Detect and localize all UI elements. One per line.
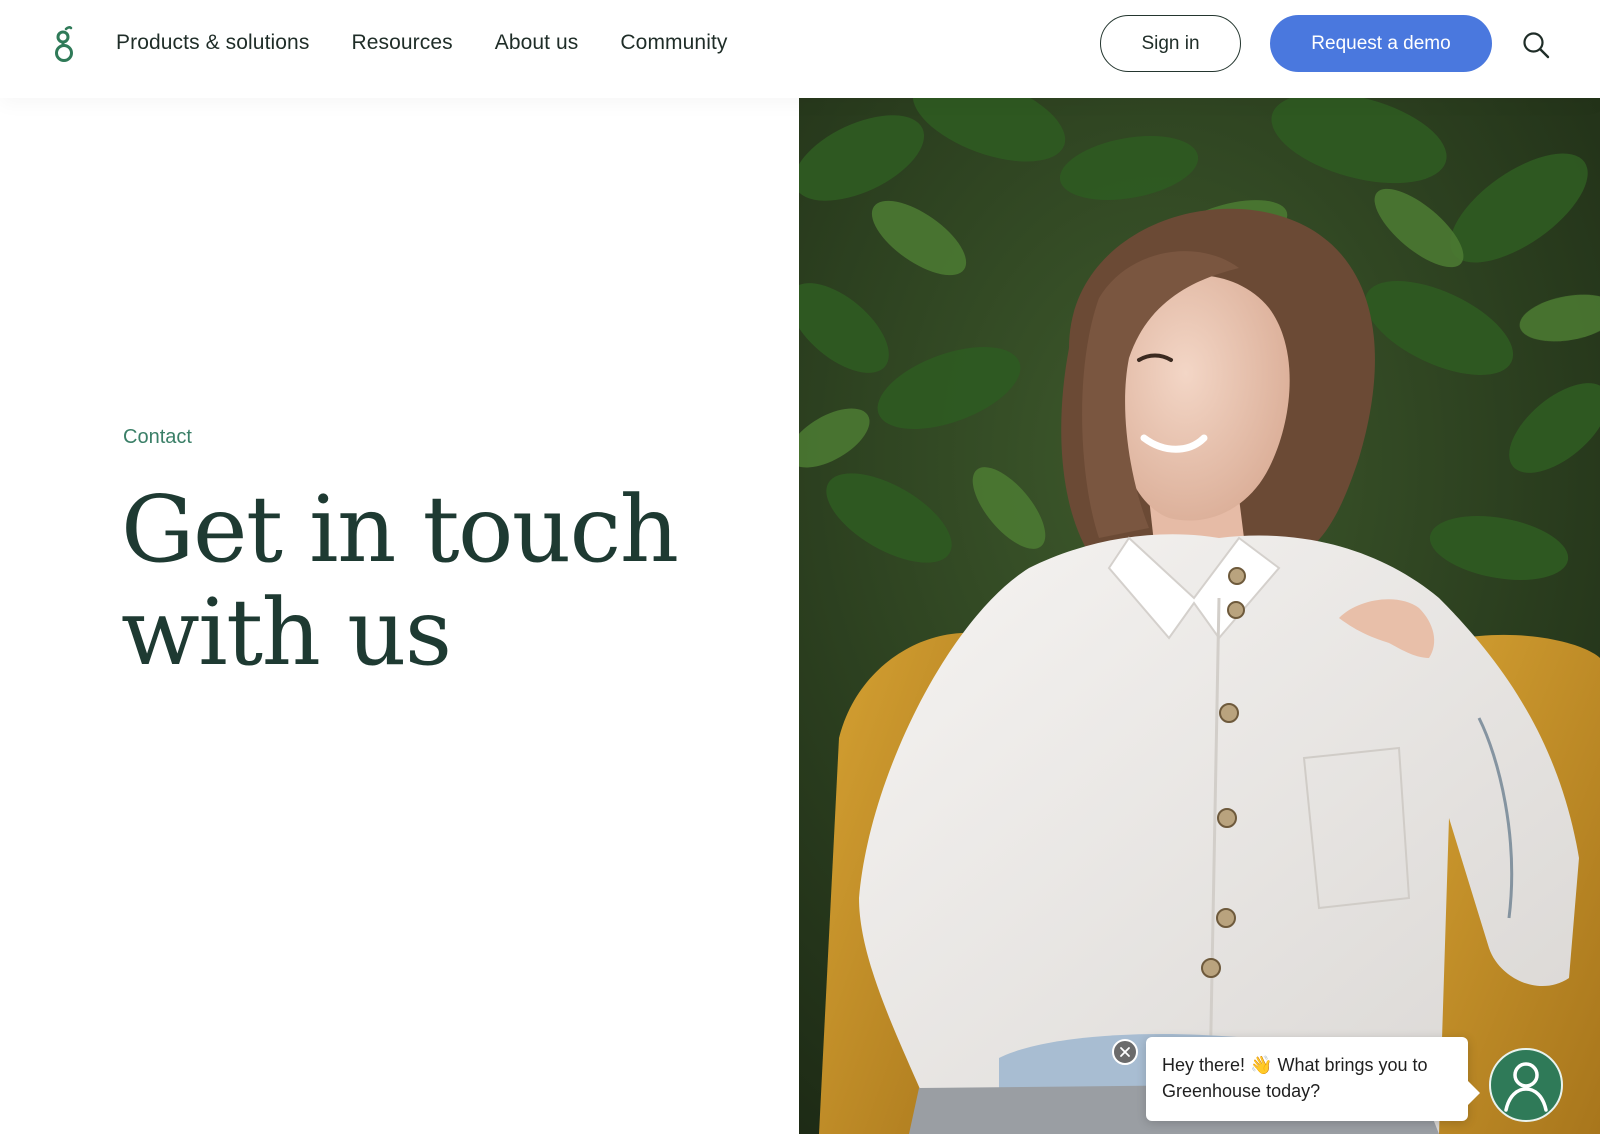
chat-avatar-button[interactable]	[1489, 1048, 1563, 1122]
request-demo-button[interactable]: Request a demo	[1270, 15, 1492, 72]
nav-item-about-us[interactable]: About us	[495, 31, 579, 55]
page-eyebrow-label: Contact	[123, 426, 192, 448]
page-title-line-2: with us	[121, 579, 452, 686]
page-title-line-1: Get in touch	[121, 476, 679, 583]
page-title: Get in touch with us	[121, 478, 741, 684]
chat-message-text: Hey there! 👋 What brings you to Greenhou…	[1162, 1055, 1428, 1101]
search-icon[interactable]	[1521, 30, 1551, 60]
nav-item-resources[interactable]: Resources	[351, 31, 452, 55]
main-nav: Products & solutions Resources About us …	[116, 0, 770, 86]
nav-item-community[interactable]: Community	[620, 31, 727, 55]
chat-message-bubble[interactable]: Hey there! 👋 What brings you to Greenhou…	[1146, 1037, 1480, 1121]
hero-photo	[799, 98, 1600, 1134]
chat-close-icon[interactable]	[1112, 1039, 1138, 1065]
sign-in-button[interactable]: Sign in	[1100, 15, 1241, 72]
greenhouse-logo-icon[interactable]	[51, 25, 77, 65]
user-avatar-icon	[1504, 1062, 1548, 1112]
hero-photo-illustration	[799, 98, 1600, 1134]
site-header: Products & solutions Resources About us …	[0, 0, 1600, 98]
nav-item-products-solutions[interactable]: Products & solutions	[116, 31, 309, 55]
